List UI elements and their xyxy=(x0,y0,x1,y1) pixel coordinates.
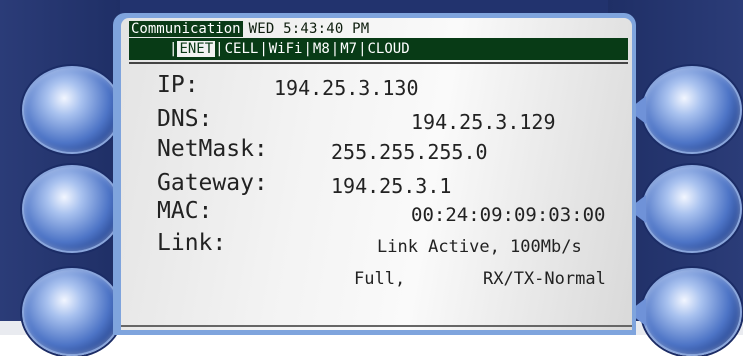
date-time: WED 5:43:40 PM xyxy=(248,20,370,37)
tab-separator: | xyxy=(358,41,367,57)
softkey-right-1[interactable] xyxy=(628,66,742,154)
link-status-line-2b: RX/TX-Normal xyxy=(483,269,606,289)
tab-separator: | xyxy=(330,41,340,57)
bottom-rule xyxy=(121,325,632,327)
status-line: Communication WED 5:43:40 PM xyxy=(129,20,369,37)
mac-value: 00:24:09:09:03:00 xyxy=(411,204,606,226)
link-label: Link: xyxy=(157,230,227,256)
tab-cloud[interactable]: CLOUD xyxy=(367,41,411,57)
dns-value: 194.25.3.129 xyxy=(411,110,556,134)
softkey-left-2[interactable] xyxy=(22,165,136,253)
tab-m7[interactable]: M7 xyxy=(339,41,358,57)
ip-value: 194.25.3.130 xyxy=(274,76,419,100)
dns-label: DNS: xyxy=(157,106,213,132)
tab-bar: | ENET | CELL | WiFi | M8 | M7 | CLOUD xyxy=(129,38,628,60)
tab-wifi[interactable]: WiFi xyxy=(268,41,304,57)
lcd-screen: Communication WED 5:43:40 PM | ENET | CE… xyxy=(121,18,632,330)
gateway-label: Gateway: xyxy=(157,170,268,196)
link-status-line-1: Link Active, 100Mb/s xyxy=(377,237,582,257)
softkey-right-3[interactable] xyxy=(628,268,742,356)
netmask-value: 255.255.255.0 xyxy=(331,140,488,164)
softkey-right-2[interactable] xyxy=(628,165,742,253)
header-divider xyxy=(129,62,628,64)
tab-separator: | xyxy=(303,41,312,57)
tab-separator: | xyxy=(169,41,178,57)
gateway-value: 194.25.3.1 xyxy=(331,174,452,198)
tab-m8[interactable]: M8 xyxy=(312,41,331,57)
netmask-label: NetMask: xyxy=(157,136,268,162)
link-status-line-2a: Full, xyxy=(354,269,406,289)
ip-label: IP: xyxy=(157,72,199,98)
tab-cell[interactable]: CELL xyxy=(224,41,260,57)
softkey-left-3[interactable] xyxy=(22,268,136,356)
mac-label: MAC: xyxy=(157,198,213,224)
softkey-left-1[interactable] xyxy=(22,66,136,154)
section-title: Communication xyxy=(129,20,243,37)
tab-enet[interactable]: ENET xyxy=(177,41,216,57)
tab-separator: | xyxy=(215,41,224,57)
tab-separator: | xyxy=(259,41,268,57)
